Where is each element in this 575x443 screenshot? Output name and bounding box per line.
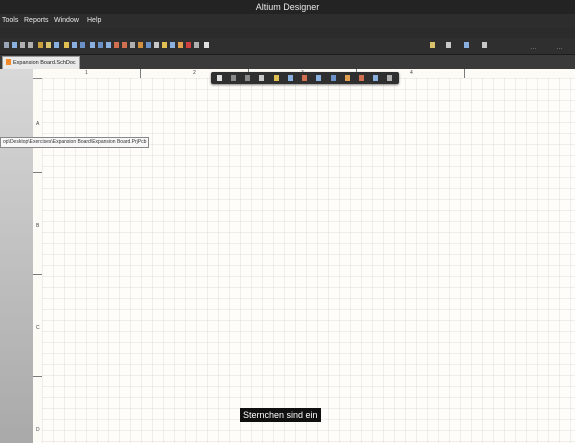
- project-path-tooltip: op\Desktop\Exercises\Expansion Board\Exp…: [0, 137, 150, 148]
- select-icon[interactable]: [46, 42, 51, 48]
- bus-icon[interactable]: [72, 42, 77, 48]
- align-tool-icon[interactable]: [259, 75, 264, 81]
- select-area-icon[interactable]: [245, 75, 250, 81]
- document-tabbar: Expansion Board.SchDoc: [0, 55, 575, 70]
- ruler-col-label: 2: [193, 70, 196, 76]
- place-directive-icon[interactable]: [345, 75, 350, 81]
- highlight-icon[interactable]: [64, 42, 69, 48]
- undo-icon[interactable]: [20, 42, 25, 48]
- sheet-entry-icon[interactable]: [146, 42, 151, 48]
- align-icon[interactable]: [4, 42, 9, 48]
- wire-icon[interactable]: [12, 42, 17, 48]
- ruler-divider: [140, 69, 141, 78]
- ruler-divider: [33, 376, 42, 377]
- align-dropdown-icon[interactable]: [446, 42, 451, 48]
- harness-icon[interactable]: [80, 42, 85, 48]
- ruler-col-label: 4: [410, 70, 413, 76]
- ruler-divider: [464, 69, 465, 78]
- document-tab[interactable]: Expansion Board.SchDoc: [2, 56, 80, 70]
- place-port-icon[interactable]: [316, 75, 321, 81]
- place-harness-icon[interactable]: [359, 75, 364, 81]
- document-tab-label: Expansion Board.SchDoc: [13, 60, 76, 66]
- menu-bar: Tools Reports Window Help: [0, 14, 575, 28]
- active-bar: [211, 72, 399, 84]
- move-icon[interactable]: [54, 42, 59, 48]
- signal-icon[interactable]: [98, 42, 103, 48]
- ruler-divider: [33, 172, 42, 173]
- place-sheet-icon[interactable]: [331, 75, 336, 81]
- filter-icon[interactable]: [217, 75, 222, 81]
- device-sheet-icon[interactable]: [154, 42, 159, 48]
- overflow-icon[interactable]: …: [530, 44, 537, 51]
- grid-icon[interactable]: [194, 42, 199, 48]
- ruler-row-label: D: [36, 427, 40, 433]
- ruler-row-label: B: [36, 223, 40, 229]
- pen-icon[interactable]: [204, 42, 209, 48]
- overflow-icon-2[interactable]: …: [556, 44, 563, 51]
- wire-tool-icon[interactable]: [90, 42, 95, 48]
- place-wire-icon[interactable]: [288, 75, 293, 81]
- ruler-col-label: 1: [85, 70, 88, 76]
- place-shape-icon[interactable]: [387, 75, 392, 81]
- edit-icon[interactable]: [430, 42, 435, 48]
- place-part-icon[interactable]: [274, 75, 279, 81]
- note-icon[interactable]: [178, 42, 183, 48]
- part-icon[interactable]: [130, 42, 135, 48]
- port-icon[interactable]: [106, 42, 111, 48]
- video-subtitle: Sternchen sind ein: [240, 408, 321, 422]
- schematic-sheet[interactable]: [42, 78, 575, 443]
- sheet-symbol-icon[interactable]: [138, 42, 143, 48]
- main-toolbar: … …: [0, 38, 575, 55]
- directive-icon[interactable]: [162, 42, 167, 48]
- schematic-canvas[interactable]: 1 2 3 4 A B C D: [0, 69, 575, 443]
- redo-icon[interactable]: [28, 42, 33, 48]
- net-label-icon[interactable]: [38, 42, 43, 48]
- menu-tools[interactable]: Tools: [2, 17, 18, 24]
- no-erc-icon[interactable]: [186, 42, 191, 48]
- ruler-divider: [33, 274, 42, 275]
- menu-help[interactable]: Help: [87, 17, 101, 24]
- text-frame-icon[interactable]: [170, 42, 175, 48]
- power-port-icon[interactable]: [114, 42, 119, 48]
- title-bar: Altium Designer: [0, 0, 575, 14]
- schematic-doc-icon: [6, 59, 11, 65]
- window-title: Altium Designer: [255, 2, 320, 12]
- ruler-row-label: A: [36, 121, 40, 127]
- move-tool-icon[interactable]: [231, 75, 236, 81]
- place-text-icon[interactable]: [373, 75, 378, 81]
- menu-window[interactable]: Window: [54, 17, 79, 24]
- left-panel: [0, 69, 33, 443]
- gnd-port-icon[interactable]: [122, 42, 127, 48]
- place-dropdown-icon[interactable]: [464, 42, 469, 48]
- place-gnd-icon[interactable]: [302, 75, 307, 81]
- menu-reports[interactable]: Reports: [24, 17, 49, 24]
- ruler-row-label: C: [36, 325, 40, 331]
- view-dropdown-icon[interactable]: [482, 42, 487, 48]
